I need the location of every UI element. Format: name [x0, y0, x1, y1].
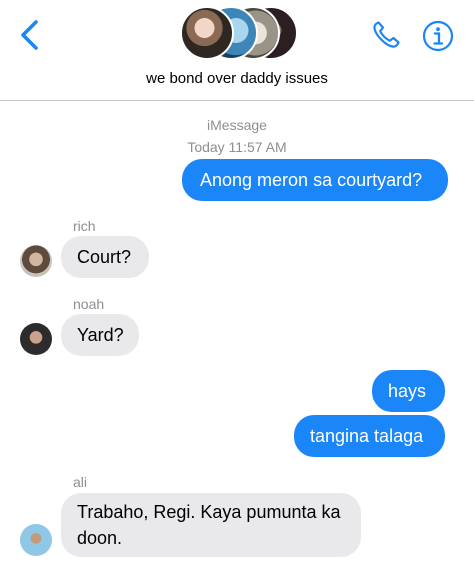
sender-avatar[interactable]: [20, 323, 52, 355]
message-text: tangina talaga: [310, 426, 424, 446]
sender-name: noah: [73, 296, 105, 312]
incoming-message[interactable]: Trabaho, Regi. Kaya pumunta ka doon.: [61, 493, 361, 557]
message-timestamp: Today 11:57 AM: [187, 139, 287, 155]
info-button[interactable]: [422, 20, 454, 52]
message-text: Yard?: [77, 325, 124, 345]
message-text: Court?: [77, 247, 132, 267]
group-member-avatar: [180, 6, 234, 60]
info-icon: [422, 20, 454, 52]
conversation-header: we bond over daddy issues: [0, 0, 474, 101]
sender-name: ali: [73, 474, 88, 490]
sender-avatar[interactable]: [20, 524, 52, 556]
service-label: iMessage: [207, 117, 267, 133]
incoming-message[interactable]: Court?: [61, 236, 149, 278]
message-text: Anong meron sa courtyard?: [200, 170, 423, 190]
group-title[interactable]: we bond over daddy issues: [0, 70, 474, 87]
back-button[interactable]: [16, 18, 46, 52]
sender-avatar[interactable]: [20, 245, 52, 277]
sender-name: rich: [73, 218, 96, 234]
outgoing-message[interactable]: hays: [372, 370, 445, 412]
outgoing-message[interactable]: Anong meron sa courtyard?: [182, 159, 448, 201]
header-divider: [0, 100, 474, 101]
message-text: hays: [388, 381, 427, 401]
group-avatar-stack[interactable]: [180, 6, 298, 62]
outgoing-message[interactable]: tangina talaga: [294, 415, 445, 457]
call-button[interactable]: [369, 18, 403, 52]
message-text-line: Trabaho, Regi. Kaya pumunta ka: [77, 502, 341, 522]
incoming-message[interactable]: Yard?: [61, 314, 139, 356]
phone-icon: [373, 21, 400, 48]
message-text-line: doon.: [77, 528, 123, 548]
chevron-left-icon: [21, 20, 38, 50]
